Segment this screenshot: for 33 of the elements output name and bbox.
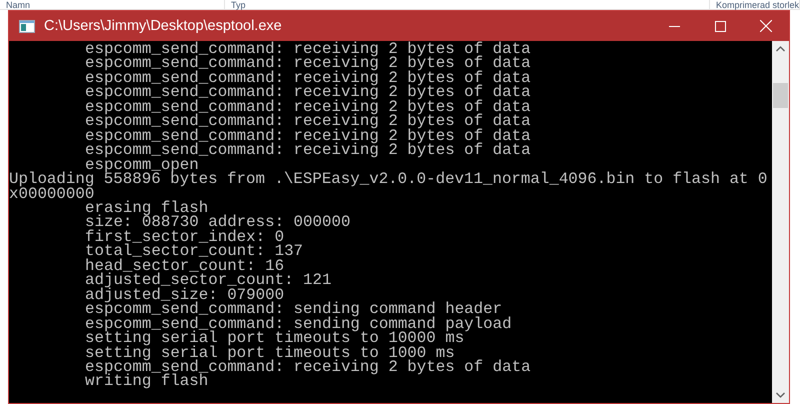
console-line: espcomm_send_command: receiving 2 bytes of data — [85, 56, 531, 71]
console-line: x00000000 — [9, 186, 94, 201]
maximize-icon — [714, 20, 726, 32]
console-line: espcomm_send_command: receiving 2 bytes of data — [85, 100, 531, 114]
console-line: espcomm_send_command: receiving 2 bytes of data — [85, 360, 531, 374]
console-line: setting serial port timeouts to 10000 ms — [85, 331, 464, 346]
console-line: adjusted_sector_count: 121 — [85, 273, 332, 288]
console-line: espcomm_send_command: receiving 2 bytes of data — [85, 128, 531, 144]
scrollbar[interactable] — [772, 41, 789, 403]
console-app-icon — [19, 20, 35, 32]
console-line: espcomm_send_command: sending command header — [85, 302, 502, 317]
column-header[interactable]: Namn — [6, 0, 30, 10]
console-line: head_sector_count: 16 — [85, 258, 284, 274]
window-title: C:\Users\Jimmy\Desktop\esptool.exe — [44, 18, 283, 34]
close-icon — [760, 20, 772, 32]
console-line: adjusted_size: 079000 — [85, 288, 284, 302]
console-line: writing flash — [85, 374, 208, 389]
console-line: size: 088730 address: 000000 — [85, 215, 350, 230]
console-line: total_sector_count: 137 — [85, 244, 304, 259]
console-line: espcomm_send_command: receiving 2 bytes of data — [85, 85, 531, 100]
column-header[interactable]: Komprimerad storlek — [716, 0, 799, 10]
console-line: first_sector_index: 0 — [85, 230, 284, 244]
console-line: espcomm_send_command: receiving 2 bytes of data — [85, 114, 531, 129]
column-header[interactable]: Typ — [231, 0, 246, 10]
console-line: espcomm_send_command: receiving 2 bytes of data — [85, 42, 531, 56]
scroll-thumb[interactable] — [773, 83, 788, 108]
console-line: espcomm_open — [85, 158, 199, 172]
console-line: espcomm_send_command: sending command payload — [85, 316, 512, 332]
console-line: Uploading 558896 bytes from .\ESPEasy_v2.0.0-dev11_normal_4096.bin to flash at 0 — [9, 172, 768, 187]
console-line: setting serial port timeouts to 1000 ms — [85, 346, 455, 360]
console-line: erasing flash — [85, 200, 208, 216]
console-line: espcomm_send_command: receiving 2 bytes of data — [85, 143, 531, 158]
console-line: espcomm_send_command: receiving 2 bytes of data — [85, 70, 531, 86]
